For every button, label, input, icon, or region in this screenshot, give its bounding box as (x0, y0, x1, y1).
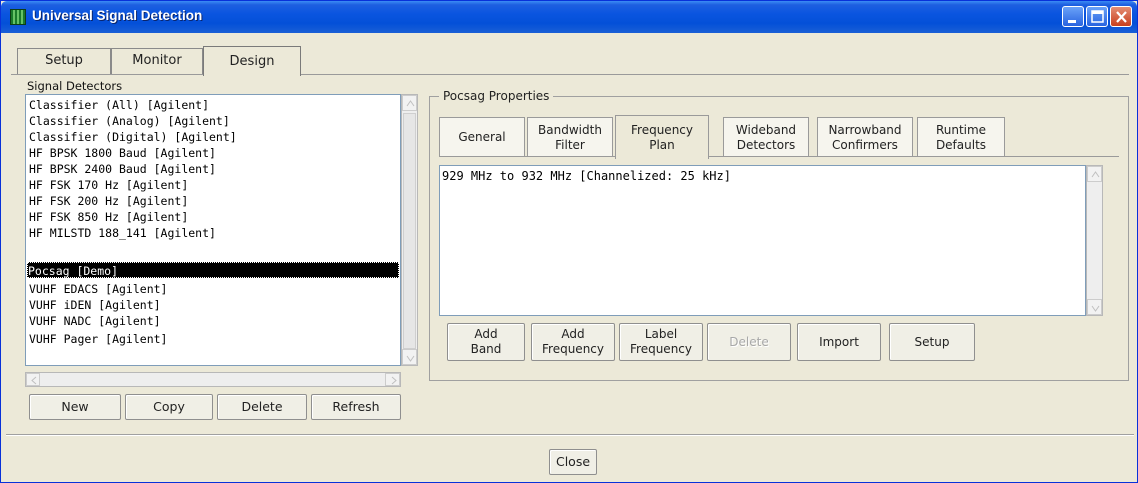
tab-divider (11, 74, 1129, 75)
tab-runtime-defaults[interactable]: Runtime Defaults (917, 117, 1005, 157)
chevron-left-icon (31, 376, 37, 385)
signal-detectors-list[interactable]: Classifier (All) [Agilent] Classifier (A… (25, 94, 401, 366)
import-button[interactable]: Import (797, 323, 881, 361)
list-item[interactable]: HF BPSK 2400 Baud [Agilent] (29, 161, 399, 177)
scroll-down-button[interactable] (1087, 299, 1102, 315)
tab-general[interactable]: General (439, 117, 525, 157)
list-item[interactable]: Classifier (Digital) [Agilent] (29, 129, 399, 145)
tab-label-line2: Defaults (935, 137, 987, 152)
frequency-plan-scrollbar[interactable] (1086, 165, 1103, 316)
scroll-up-button[interactable] (402, 95, 417, 111)
close-icon (1116, 11, 1127, 23)
delete-detector-button[interactable]: Delete (217, 394, 307, 420)
list-item[interactable]: HF FSK 850 Hz [Agilent] (29, 209, 399, 225)
list-item[interactable]: VUHF Pager [Agilent] (29, 331, 399, 347)
label-frequency-button[interactable]: Label Frequency (619, 323, 703, 361)
scroll-up-button[interactable] (1087, 166, 1102, 182)
new-button[interactable]: New (29, 394, 121, 420)
chevron-down-icon (406, 355, 415, 362)
button-label-line1: Add (561, 327, 585, 341)
chevron-up-icon (406, 100, 415, 107)
copy-button[interactable]: Copy (125, 394, 213, 420)
tab-design[interactable]: Design (203, 46, 301, 76)
maximize-button[interactable] (1086, 6, 1108, 27)
tab-label-line1: Bandwidth (538, 122, 602, 137)
close-button[interactable]: Close (549, 449, 597, 475)
scroll-right-button[interactable] (385, 373, 400, 386)
list-item[interactable]: HF FSK 170 Hz [Agilent] (29, 177, 399, 193)
tab-label-line2: Plan (649, 137, 675, 152)
frequency-plan-entry[interactable]: 929 MHz to 932 MHz [Channelized: 25 kHz] (442, 169, 731, 183)
frequency-plan-list[interactable]: 929 MHz to 932 MHz [Channelized: 25 kHz] (439, 165, 1086, 316)
list-item-selected[interactable]: Pocsag [Demo] (27, 262, 399, 278)
delete-band-button[interactable]: Delete (707, 323, 791, 361)
close-window-button[interactable] (1110, 6, 1132, 27)
minimize-button[interactable] (1062, 6, 1084, 27)
tab-label-line2: Confirmers (832, 137, 898, 152)
button-label-line1: Label (644, 327, 678, 341)
properties-tab-divider (439, 156, 1119, 157)
button-label-line2: Frequency (630, 342, 692, 356)
chevron-down-icon (1091, 305, 1100, 312)
main-window: Universal Signal Detection Setup Monitor… (0, 0, 1138, 483)
list-item[interactable]: VUHF iDEN [Agilent] (29, 297, 399, 313)
button-label-line1: Add (474, 327, 498, 341)
list-item[interactable]: VUHF EDACS [Agilent] (29, 281, 399, 297)
list-item[interactable]: Classifier (All) [Agilent] (29, 97, 399, 113)
title-bar[interactable]: Universal Signal Detection (1, 1, 1137, 33)
list-item[interactable]: HF BPSK 1800 Baud [Agilent] (29, 145, 399, 161)
add-band-button[interactable]: Add Band (447, 323, 525, 361)
list-horizontal-scrollbar[interactable] (25, 372, 401, 387)
add-frequency-button[interactable]: Add Frequency (531, 323, 615, 361)
tab-label-line2: Detectors (736, 137, 796, 152)
signal-detectors-label: Signal Detectors (27, 79, 123, 93)
tab-bandwidth-filter[interactable]: Bandwidth Filter (527, 117, 613, 157)
tab-monitor[interactable]: Monitor (111, 48, 203, 74)
app-icon (10, 9, 26, 25)
scrollbar-thumb[interactable] (403, 113, 416, 349)
tab-label-line1: Wideband (735, 122, 797, 137)
scroll-left-button[interactable] (26, 373, 40, 386)
minimize-icon (1068, 20, 1076, 23)
tab-frequency-plan[interactable]: Frequency Plan (615, 115, 709, 159)
tab-label-line1: Frequency (631, 122, 693, 137)
tab-label-line1: Narrowband (828, 122, 902, 137)
properties-title: Pocsag Properties (439, 89, 554, 103)
chevron-right-icon (391, 376, 397, 385)
setup-button[interactable]: Setup (889, 323, 975, 361)
list-vertical-scrollbar[interactable] (401, 94, 418, 366)
maximize-icon (1091, 10, 1104, 23)
window-title: Universal Signal Detection (32, 8, 203, 23)
button-label-line2: Frequency (542, 342, 604, 356)
tab-narrowband-confirmers[interactable]: Narrowband Confirmers (817, 117, 913, 157)
list-item[interactable]: Classifier (Analog) [Agilent] (29, 113, 399, 129)
scroll-down-button[interactable] (402, 349, 417, 365)
tab-label: General (458, 130, 506, 144)
chevron-up-icon (1091, 171, 1100, 178)
tab-label-line2: Filter (555, 137, 585, 152)
tab-label-line1: Runtime (935, 122, 987, 137)
list-item[interactable]: VUHF NADC [Agilent] (29, 313, 399, 329)
button-label-line2: Band (470, 342, 502, 356)
list-item[interactable]: HF MILSTD 188_141 [Agilent] (29, 225, 399, 241)
footer-separator (6, 434, 1134, 436)
tab-wideband-detectors[interactable]: Wideband Detectors (723, 117, 809, 157)
tab-setup[interactable]: Setup (17, 48, 111, 74)
refresh-button[interactable]: Refresh (311, 394, 401, 420)
list-item[interactable]: HF FSK 200 Hz [Agilent] (29, 193, 399, 209)
